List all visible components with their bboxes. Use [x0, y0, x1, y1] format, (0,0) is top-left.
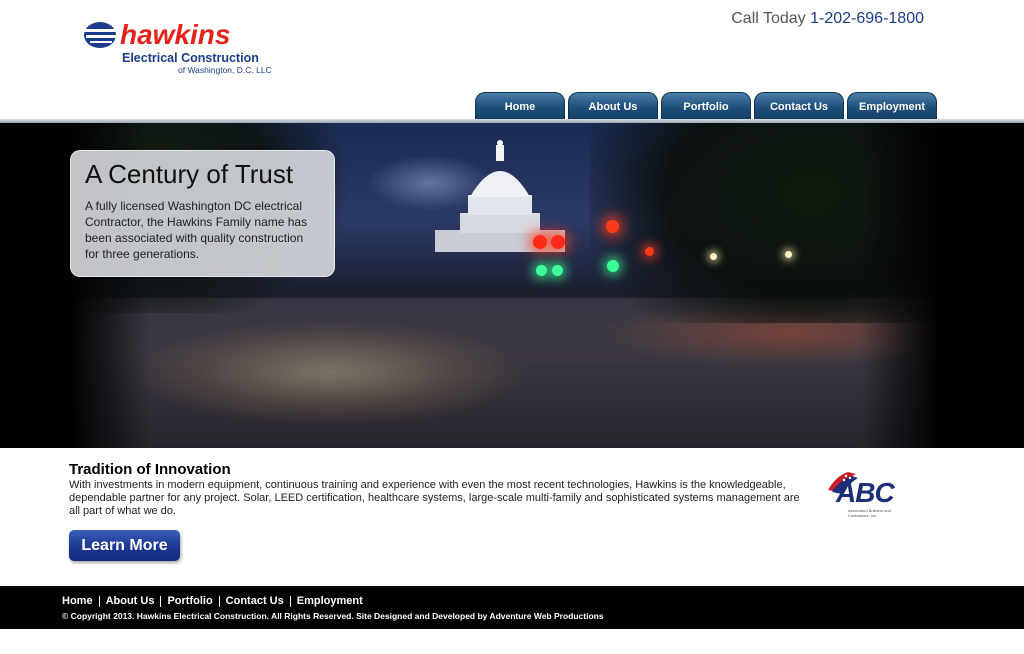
footer-nav: Home About Us Portfolio Contact Us Emplo…: [62, 595, 363, 607]
hero-fade-right: [860, 123, 940, 448]
page: hawkins Electrical Construction of Washi…: [0, 0, 1024, 654]
tab-employment[interactable]: Employment: [847, 92, 937, 120]
footer-separator: [218, 595, 220, 607]
street-light: [710, 253, 717, 260]
footer: Home About Us Portfolio Contact Us Emplo…: [0, 586, 1024, 629]
footer-link-home[interactable]: Home: [62, 595, 93, 607]
learn-more-button[interactable]: Learn More: [69, 530, 180, 561]
tab-home[interactable]: Home: [475, 92, 565, 120]
traffic-light-green: [607, 260, 619, 272]
abc-logo-subtext: Associated Builders and Contractors, Inc…: [848, 508, 891, 518]
call-label: Call Today: [731, 10, 806, 27]
abc-partner-logo[interactable]: ABC Associated Builders and Contractors,…: [826, 470, 906, 520]
traffic-light-green: [552, 265, 563, 276]
footer-link-employment[interactable]: Employment: [297, 595, 363, 607]
footer-separator: [98, 595, 100, 607]
footer-link-about-us[interactable]: About Us: [106, 595, 155, 607]
section-text: With investments in modern equipment, co…: [69, 479, 800, 517]
logo-subtagline: of Washington, D.C. LLC: [178, 65, 272, 75]
hero-text: A fully licensed Washington DC electrica…: [85, 199, 308, 261]
footer-link-portfolio[interactable]: Portfolio: [167, 595, 212, 607]
globe-logo-icon: [84, 22, 116, 48]
hero-title: A Century of Trust: [85, 159, 294, 189]
hero-banner: A Century of Trust A fully licensed Wash…: [0, 123, 1024, 448]
call-today: Call Today 1-202-696-1800: [731, 10, 924, 28]
section-title: Tradition of Innovation: [69, 461, 231, 478]
tab-contact-us[interactable]: Contact Us: [754, 92, 844, 120]
tab-about-us[interactable]: About Us: [568, 92, 658, 120]
abc-logo-text: ABC: [836, 477, 895, 508]
footer-separator: [289, 595, 291, 607]
street-light: [785, 251, 792, 258]
traffic-light-red: [551, 235, 565, 249]
traffic-light-red: [533, 235, 547, 249]
hero-callout: A Century of Trust A fully licensed Wash…: [70, 150, 335, 277]
logo[interactable]: hawkins Electrical Construction of Washi…: [80, 18, 310, 78]
main-content: Tradition of Innovation With investments…: [0, 448, 1024, 586]
phone-number[interactable]: 1-202-696-1800: [810, 10, 924, 27]
copyright-text: © Copyright 2013. Hawkins Electrical Con…: [62, 611, 604, 621]
logo-brand: hawkins: [120, 19, 231, 50]
traffic-light-red: [645, 247, 654, 256]
tab-portfolio[interactable]: Portfolio: [661, 92, 751, 120]
footer-separator: [160, 595, 162, 607]
capitol-building-image: [435, 140, 565, 252]
page-bottom-space: [0, 629, 1024, 654]
header: hawkins Electrical Construction of Washi…: [0, 0, 1024, 120]
main-nav: Home About Us Portfolio Contact Us Emplo…: [475, 92, 937, 120]
logo-tagline: Electrical Construction: [122, 51, 259, 65]
footer-link-contact-us[interactable]: Contact Us: [226, 595, 284, 607]
traffic-light-green: [536, 265, 547, 276]
traffic-light-red: [606, 220, 619, 233]
